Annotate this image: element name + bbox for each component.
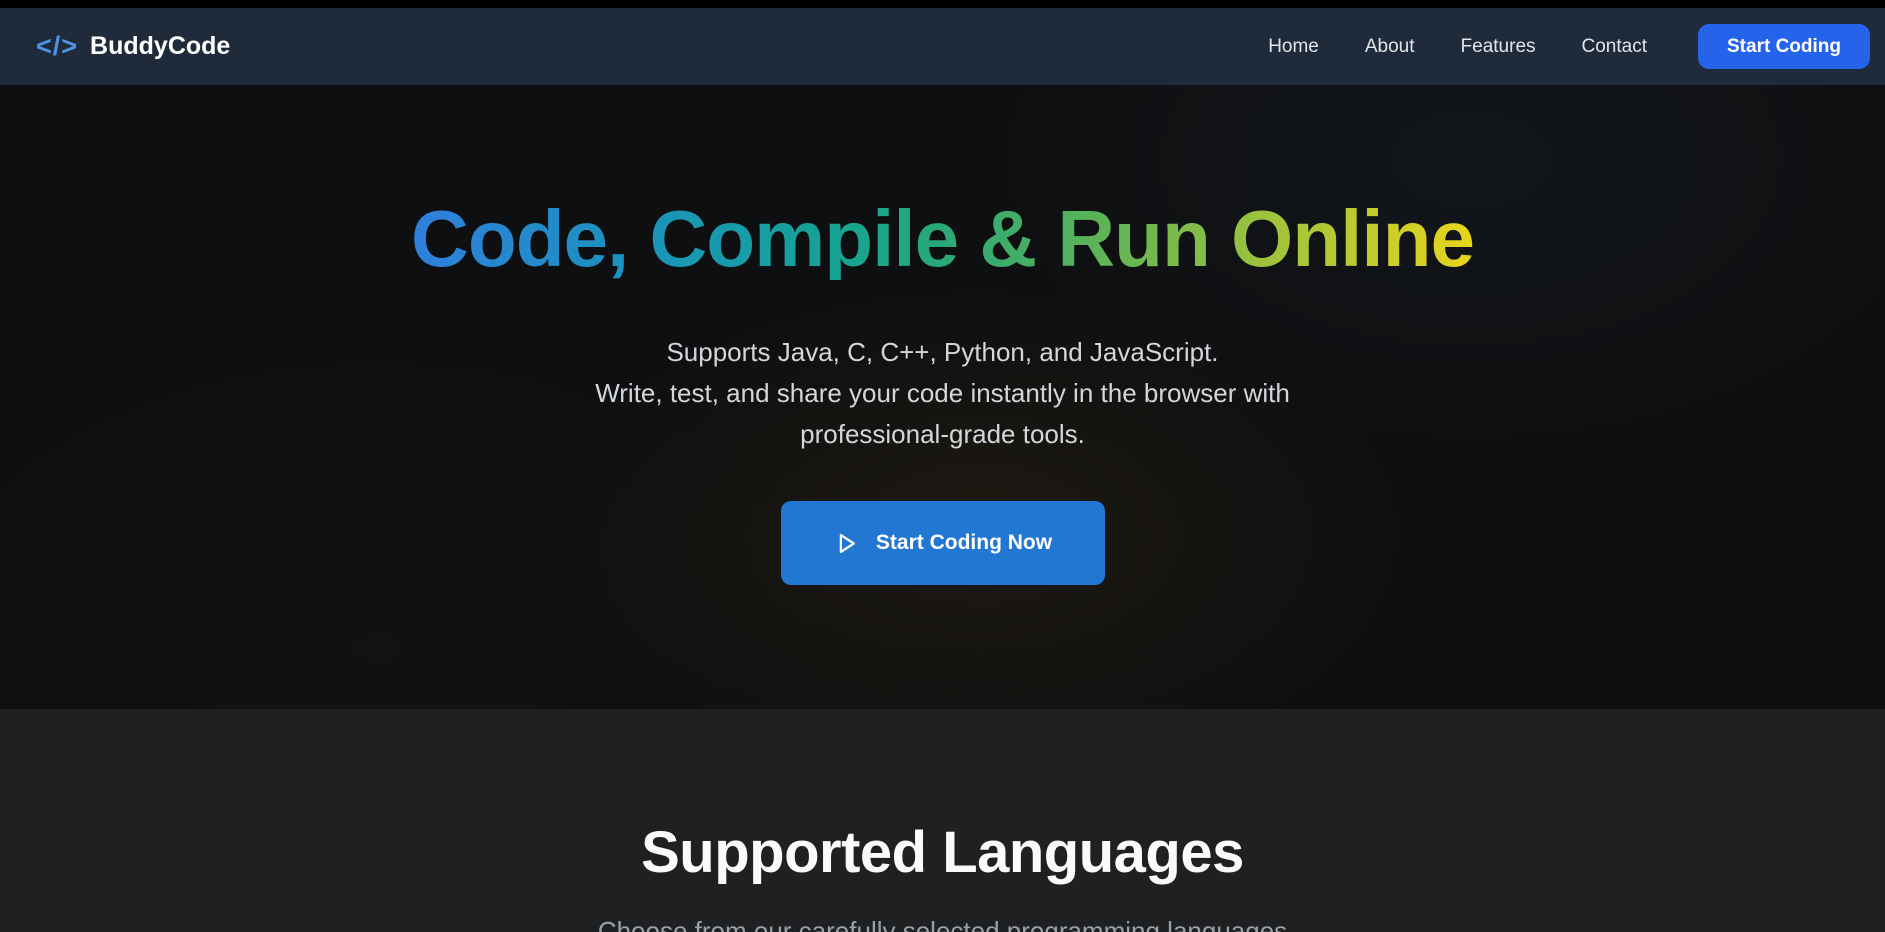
page: </> BuddyCode Home About Features Contac…	[0, 0, 1885, 932]
start-coding-now-button[interactable]: Start Coding Now	[781, 501, 1105, 585]
play-icon	[833, 530, 860, 557]
nav-link-home[interactable]: Home	[1268, 36, 1319, 58]
hero-section: Code, Compile & Run Online Supports Java…	[0, 85, 1885, 709]
nav-link-features[interactable]: Features	[1461, 36, 1536, 58]
hero-heading: Code, Compile & Run Online	[411, 197, 1474, 280]
hero-subtitle-line-3: professional-grade tools.	[595, 414, 1290, 455]
code-brackets-icon: </>	[36, 31, 78, 62]
hero-subtitle-line-2: Write, test, and share your code instant…	[595, 373, 1290, 414]
brand-logo[interactable]: </> BuddyCode	[36, 31, 230, 62]
hero-cta-label: Start Coding Now	[876, 531, 1052, 555]
languages-heading: Supported Languages	[641, 821, 1244, 885]
nav-link-contact[interactable]: Contact	[1582, 36, 1647, 58]
languages-subtitle: Choose from our carefully selected progr…	[598, 911, 1287, 932]
hero-subtitle-line-1: Supports Java, C, C++, Python, and JavaS…	[595, 332, 1290, 373]
hero-subtitle: Supports Java, C, C++, Python, and JavaS…	[595, 332, 1290, 455]
window-top-edge	[0, 0, 1885, 8]
start-coding-button[interactable]: Start Coding	[1698, 24, 1870, 69]
brand-name: BuddyCode	[90, 32, 230, 61]
navbar: </> BuddyCode Home About Features Contac…	[0, 8, 1885, 85]
supported-languages-section: Supported Languages Choose from our care…	[0, 709, 1885, 932]
nav-links: Home About Features Contact Start Coding	[1245, 24, 1870, 69]
nav-link-about[interactable]: About	[1365, 36, 1415, 58]
